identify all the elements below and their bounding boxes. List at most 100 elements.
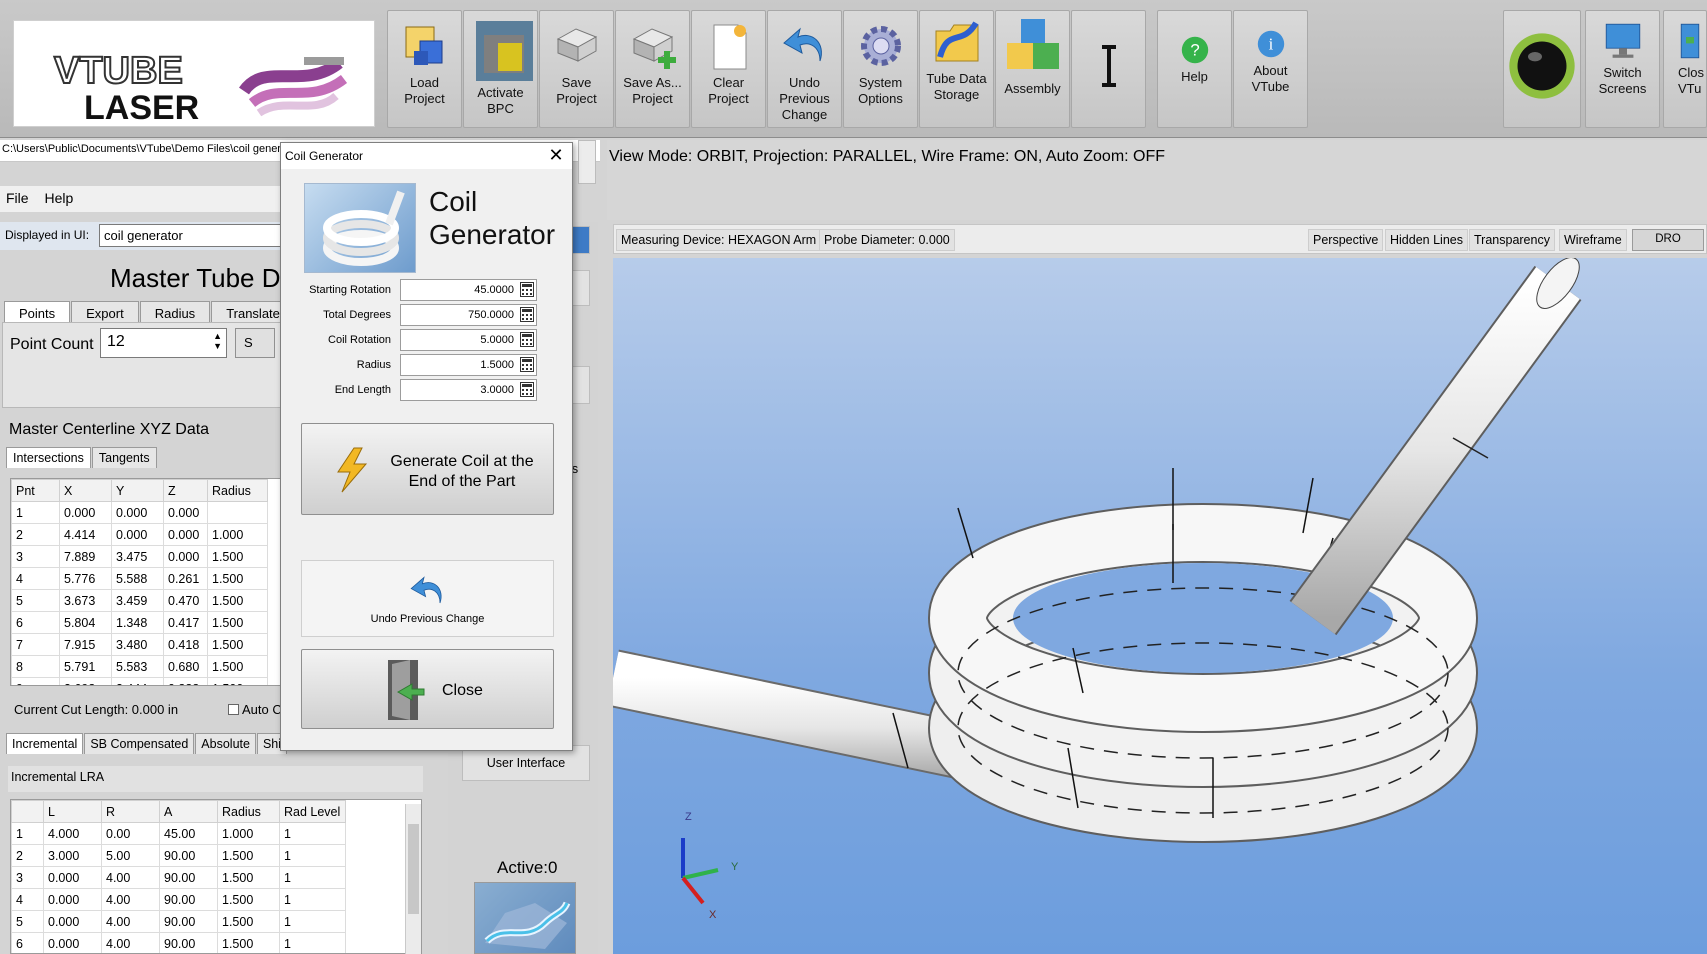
table-cell[interactable]: 0.680 (163, 655, 208, 678)
transparency-toggle[interactable]: Transparency (1469, 229, 1555, 251)
table-row[interactable]: 7 7.915 3.480 0.418 1.500 (11, 633, 268, 656)
tab-intersections[interactable]: Intersections (6, 447, 91, 468)
table-cell[interactable]: 1.500 (217, 866, 280, 889)
table-cell[interactable]: 3.475 (111, 545, 164, 568)
table-row[interactable]: 3 7.889 3.475 0.000 1.500 (11, 545, 268, 568)
table-cell[interactable]: 0.261 (163, 567, 208, 590)
tab-incremental[interactable]: Incremental (6, 733, 84, 754)
table-cell[interactable]: 1 (279, 844, 346, 867)
table-cell[interactable]: 5.00 (101, 844, 160, 867)
table-cell[interactable]: 0.000 (43, 866, 102, 889)
table-cell[interactable]: 0.888 (163, 677, 208, 685)
table-cell[interactable]: 1 (279, 822, 346, 845)
system-options-button[interactable]: System Options (843, 10, 918, 128)
spinner-arrows-icon[interactable]: ▲ ▼ (213, 331, 222, 351)
calculator-icon[interactable] (520, 332, 534, 347)
tube-data-storage-button[interactable]: Tube Data Storage (919, 10, 994, 128)
set-points-button[interactable]: S (235, 328, 275, 358)
switch-screens-button[interactable]: Switch Screens (1585, 10, 1660, 128)
calculator-icon[interactable] (520, 357, 534, 372)
tab-tangents[interactable]: Tangents (91, 447, 157, 468)
table-cell[interactable]: 2 (11, 844, 44, 867)
lra-scrollbar[interactable] (405, 804, 421, 954)
lra-header[interactable]: L (43, 800, 102, 823)
table-cell[interactable]: 3 (11, 866, 44, 889)
lra-header[interactable] (11, 800, 44, 823)
table-row[interactable]: 4 5.776 5.588 0.261 1.500 (11, 567, 268, 590)
table-cell[interactable]: 90.00 (159, 910, 218, 933)
radius-field[interactable]: 1.5000 (400, 354, 537, 376)
table-cell[interactable]: 1.500 (207, 677, 268, 685)
table-cell[interactable]: 4.00 (101, 910, 160, 933)
generate-coil-button[interactable]: Generate Coil at the End of the Part (301, 423, 554, 515)
table-cell[interactable]: 1.500 (207, 545, 268, 568)
hidden-lines-toggle[interactable]: Hidden Lines (1385, 229, 1468, 251)
displayed-in-ui-field[interactable]: coil generator (99, 224, 284, 247)
activate-bpc-button[interactable]: Activate BPC (463, 10, 538, 128)
table-row[interactable]: 4 0.000 4.00 90.00 1.500 1 (11, 888, 346, 911)
dialog-close-button[interactable]: Close (301, 649, 554, 729)
undo-previous-change-button[interactable]: Undo Previous Change (767, 10, 842, 128)
table-cell[interactable]: 0.000 (59, 501, 112, 524)
auto-checkbox[interactable]: Auto C (228, 702, 282, 717)
table-cell[interactable]: 4 (11, 567, 60, 590)
table-cell[interactable]: 0.000 (43, 932, 102, 953)
table-cell[interactable]: 0.417 (163, 611, 208, 634)
table-cell[interactable]: 5 (11, 910, 44, 933)
table-cell[interactable]: 1.500 (217, 888, 280, 911)
tab-sb-compensated[interactable]: SB Compensated (84, 733, 195, 754)
xyz-header[interactable]: Radius (207, 479, 268, 502)
menu-help[interactable]: Help (38, 186, 79, 210)
save-as-project-button[interactable]: Save As... Project (615, 10, 690, 128)
starting-rotation-field[interactable]: 45.0000 (400, 279, 537, 301)
table-cell[interactable]: 3.444 (111, 677, 164, 685)
table-row[interactable]: 93.6983.4440.8881.500 (11, 677, 268, 685)
load-project-button[interactable]: Load Project (387, 10, 462, 128)
table-cell[interactable]: 0.000 (111, 523, 164, 546)
total-degrees-field[interactable]: 750.0000 (400, 304, 537, 326)
table-cell[interactable]: 0.418 (163, 633, 208, 656)
eye-button[interactable] (1503, 10, 1581, 128)
table-cell[interactable]: 1 (279, 888, 346, 911)
table-row[interactable]: 6 5.804 1.348 0.417 1.500 (11, 611, 268, 634)
table-cell[interactable]: 0.470 (163, 589, 208, 612)
coil-tube-model[interactable]: Z Y X (613, 258, 1707, 954)
part-preview-thumbnail[interactable] (474, 882, 576, 954)
calculator-icon[interactable] (520, 307, 534, 322)
table-cell[interactable]: 4.00 (101, 888, 160, 911)
table-cell[interactable]: 0.000 (43, 910, 102, 933)
table-cell[interactable]: 5.791 (59, 655, 112, 678)
table-cell[interactable]: 1.500 (217, 844, 280, 867)
table-cell[interactable]: 6 (11, 932, 44, 953)
scrollbar-thumb[interactable] (408, 824, 419, 914)
table-cell[interactable]: 45.00 (159, 822, 218, 845)
table-cell[interactable]: 1 (279, 932, 346, 953)
table-cell[interactable]: 5.776 (59, 567, 112, 590)
coil-rotation-field[interactable]: 5.0000 (400, 329, 537, 351)
table-cell[interactable]: 0.000 (163, 545, 208, 568)
table-cell[interactable]: 0.000 (163, 501, 208, 524)
table-cell[interactable]: 4.00 (101, 932, 160, 953)
table-cell[interactable]: 7 (11, 633, 60, 656)
table-cell[interactable]: 4.414 (59, 523, 112, 546)
table-cell[interactable]: 1.500 (207, 611, 268, 634)
point-count-stepper[interactable]: 12 ▲ ▼ (100, 328, 227, 358)
table-cell[interactable]: 0.000 (163, 523, 208, 546)
table-row[interactable]: 8 5.791 5.583 0.680 1.500 (11, 655, 268, 678)
calculator-icon[interactable] (520, 382, 534, 397)
wireframe-toggle[interactable]: Wireframe (1559, 229, 1627, 251)
table-cell[interactable]: 3.673 (59, 589, 112, 612)
table-cell[interactable]: 5.583 (111, 655, 164, 678)
table-cell[interactable]: 0.000 (43, 888, 102, 911)
table-cell[interactable]: 9 (11, 677, 60, 685)
table-cell[interactable]: 1.500 (207, 633, 268, 656)
table-row[interactable]: 3 0.000 4.00 90.00 1.500 1 (11, 866, 346, 889)
table-cell[interactable]: 3 (11, 545, 60, 568)
table-cell[interactable]: 1 (11, 822, 44, 845)
help-button[interactable]: ? Help (1157, 10, 1232, 128)
table-cell[interactable]: 1 (11, 501, 60, 524)
table-cell[interactable]: 3.698 (59, 677, 112, 685)
table-cell[interactable]: 1.500 (207, 567, 268, 590)
dialog-undo-button[interactable]: Undo Previous Change (301, 560, 554, 637)
xyz-header[interactable]: Z (163, 479, 208, 502)
